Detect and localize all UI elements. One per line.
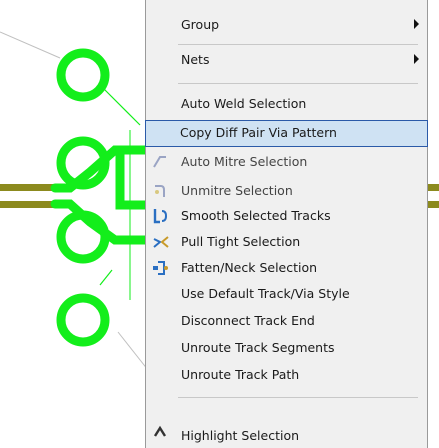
menu-item-label: Group xyxy=(181,17,220,32)
menu-item-label: Unroute Track Path xyxy=(181,367,300,382)
context-menu: Group Nets Auto Weld Selection Copy Diff… xyxy=(145,0,428,448)
pull-tight-icon xyxy=(152,233,170,251)
menu-item-label: Pull Tight Selection xyxy=(181,234,301,249)
menu-item-pull-tight-selection[interactable]: Pull Tight Selection xyxy=(146,229,427,255)
menu-item-smooth-selected-tracks[interactable]: Smooth Selected Tracks xyxy=(146,203,427,229)
menu-item-label: Use Default Track/Via Style xyxy=(181,286,350,301)
trace-left-lower xyxy=(0,201,55,208)
menu-item-label: Nets xyxy=(181,52,210,67)
menu-separator xyxy=(178,44,418,45)
menu-item-copy-diff-pair-via-pattern[interactable]: Copy Diff Pair Via Pattern xyxy=(145,120,428,147)
fatten-neck-icon xyxy=(152,259,170,277)
trace-left-upper xyxy=(0,184,55,191)
menu-item-auto-weld-selection[interactable]: Auto Weld Selection xyxy=(146,91,427,117)
menu-item-label: Unroute Track Segments xyxy=(181,340,335,355)
menu-separator xyxy=(178,397,418,398)
menu-item-auto-mitre-selection[interactable]: Auto Mitre Selection xyxy=(146,149,427,175)
menu-item-disconnect-track-end[interactable]: Disconnect Track End xyxy=(146,308,427,334)
menu-item-label: Disconnect Track End xyxy=(181,313,315,328)
menu-item-use-default-track-via-style[interactable]: Use Default Track/Via Style xyxy=(146,281,427,307)
menu-item-label: Fatten/Neck Selection xyxy=(181,260,318,275)
menu-item-unroute-track-path[interactable]: Unroute Track Path xyxy=(146,362,427,388)
submenu-arrow-icon xyxy=(414,19,419,29)
menu-item-fatten-neck-selection[interactable]: Fatten/Neck Selection xyxy=(146,255,427,281)
menu-item-unroute-track-segments[interactable]: Unroute Track Segments xyxy=(146,335,427,361)
menu-item-label: Highlight Selection xyxy=(181,428,300,443)
menu-item-highlight-selection[interactable]: Highlight Selection xyxy=(146,420,427,446)
menu-item-label: Auto Weld Selection xyxy=(181,96,307,111)
menu-item-label: Unmitre Selection xyxy=(181,183,293,198)
menu-item-label: Auto Mitre Selection xyxy=(181,154,308,169)
unmitre-icon xyxy=(152,182,170,200)
menu-separator xyxy=(178,83,418,84)
submenu-arrow-icon xyxy=(414,54,419,64)
menu-item-group[interactable]: Group xyxy=(146,12,427,38)
highlight-icon xyxy=(152,424,170,442)
menu-item-nets[interactable]: Nets xyxy=(146,47,427,73)
mitre-icon xyxy=(152,153,170,171)
menu-item-label: Copy Diff Pair Via Pattern xyxy=(180,125,337,140)
menu-item-unmitre-selection[interactable]: Unmitre Selection xyxy=(146,178,427,204)
smooth-icon xyxy=(152,207,170,225)
menu-item-label: Smooth Selected Tracks xyxy=(181,208,331,223)
